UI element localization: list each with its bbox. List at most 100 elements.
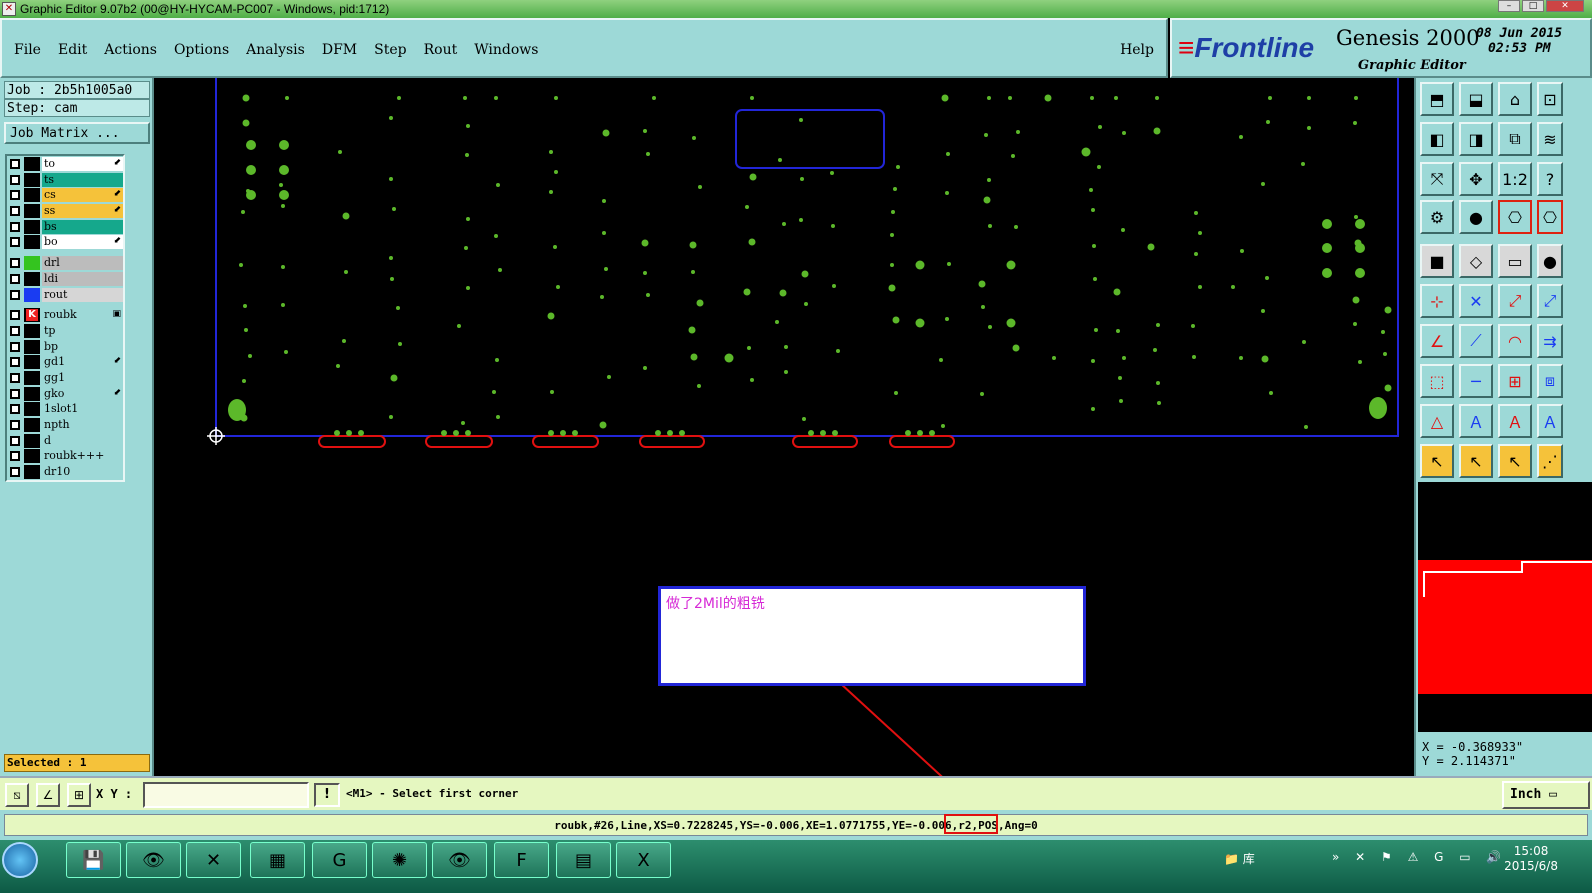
- menu-analysis[interactable]: Analysis: [246, 42, 305, 58]
- layer-row-1slot1[interactable]: 1slot1: [7, 401, 123, 417]
- taskbar-notepad-icon[interactable]: ▤: [556, 842, 611, 878]
- layer-checkbox[interactable]: [10, 341, 20, 352]
- layer-checkbox[interactable]: [10, 174, 20, 185]
- layer-color-swatch[interactable]: [24, 204, 40, 219]
- connect-tool-icon[interactable]: ⎔: [1537, 200, 1563, 234]
- taskbar-frontline-icon[interactable]: F: [494, 842, 549, 878]
- layer-color-swatch[interactable]: [24, 355, 40, 370]
- menu-step[interactable]: Step: [374, 42, 406, 58]
- layer-name[interactable]: gd1 ⬋: [42, 355, 123, 370]
- tray-icons[interactable]: » ✕ ⚑ ⚠ G ▭ 🔊: [1332, 850, 1507, 864]
- layer-row-bs[interactable]: bs: [7, 219, 123, 235]
- layer-row-bp[interactable]: bp: [7, 339, 123, 355]
- layer-color-swatch[interactable]: [24, 219, 40, 234]
- ruler-icon[interactable]: ▭: [1498, 244, 1532, 278]
- menu-windows[interactable]: Windows: [474, 42, 538, 58]
- layer-checkbox[interactable]: [10, 451, 20, 462]
- library-toolbar[interactable]: 📁 库: [1224, 850, 1255, 867]
- layer-row-dr10[interactable]: dr10: [7, 464, 123, 480]
- layer-color-swatch[interactable]: [24, 271, 40, 286]
- layer-row-gko[interactable]: gko ⬋: [7, 386, 123, 402]
- layer-name[interactable]: bo ⬋: [42, 235, 123, 250]
- menu-rout[interactable]: Rout: [424, 42, 458, 58]
- line-icon[interactable]: ⟋: [1459, 324, 1493, 358]
- line-angle-icon[interactable]: ∠: [1420, 324, 1454, 358]
- menu-options[interactable]: Options: [174, 42, 229, 58]
- move-icon[interactable]: ⬚: [1420, 364, 1454, 398]
- layer-checkbox[interactable]: [10, 273, 20, 284]
- arc-ccw-icon[interactable]: ⤢: [1498, 284, 1532, 318]
- arc-icon[interactable]: ◠: [1498, 324, 1532, 358]
- layer-color-swatch[interactable]: [24, 402, 40, 417]
- pin-icon[interactable]: ●: [1459, 200, 1493, 234]
- layer-checkbox[interactable]: [10, 467, 20, 478]
- grid-icon[interactable]: ⊞: [67, 783, 91, 807]
- home-layer-icon[interactable]: ⬒: [1420, 82, 1454, 116]
- layer-checkbox[interactable]: [10, 258, 20, 269]
- layer-name[interactable]: ss ⬋: [42, 204, 123, 219]
- layer-name[interactable]: npth: [42, 418, 123, 432]
- layer-checkbox[interactable]: [10, 404, 20, 415]
- minus-icon[interactable]: ─: [1459, 364, 1493, 398]
- layer-row-cs[interactable]: cs ⬋: [7, 187, 123, 203]
- layer-name[interactable]: rout: [42, 287, 123, 302]
- zoom-in-icon[interactable]: ⤧: [1420, 162, 1454, 196]
- layer-color-swatch[interactable]: [24, 449, 40, 464]
- layer-row-roubk[interactable]: Kroubk ▣: [7, 307, 123, 323]
- triangle-icon[interactable]: △: [1420, 404, 1454, 438]
- taskbar-eye-icon[interactable]: 👁: [126, 842, 181, 878]
- layer-checkbox[interactable]: [10, 357, 20, 368]
- graphic-canvas[interactable]: 做了2Mil的粗铣: [156, 78, 1414, 776]
- layer-checkbox[interactable]: [10, 289, 20, 300]
- layer-checkbox[interactable]: [10, 237, 20, 248]
- layer-color-swatch[interactable]: [24, 339, 40, 354]
- taskbar-excel-icon[interactable]: X: [616, 842, 671, 878]
- layer-color-swatch[interactable]: [24, 235, 40, 250]
- select-net-icon[interactable]: ⋰: [1537, 444, 1563, 478]
- layer-name[interactable]: bs: [42, 219, 123, 234]
- layer-checkbox[interactable]: [10, 310, 20, 321]
- layer-color-swatch[interactable]: [24, 465, 40, 480]
- layer-name[interactable]: tp: [42, 323, 123, 338]
- layer-row-gd1[interactable]: gd1 ⬋: [7, 354, 123, 370]
- clock[interactable]: 15:08 2015/6/8: [1504, 844, 1558, 874]
- layer-checkbox[interactable]: [10, 190, 20, 201]
- scale-1-2-icon[interactable]: 1:2: [1498, 162, 1532, 196]
- layer-checkbox[interactable]: [10, 206, 20, 217]
- layer-name[interactable]: cs ⬋: [42, 188, 123, 203]
- taskbar-g-icon[interactable]: G: [312, 842, 367, 878]
- measure-icon[interactable]: ⚙: [1420, 200, 1454, 234]
- mirror-icon[interactable]: ⧉: [1498, 122, 1532, 156]
- select-round-icon[interactable]: ↖: [1498, 444, 1532, 478]
- layer-row-npth[interactable]: npth: [7, 417, 123, 433]
- pan-icon[interactable]: ✥: [1459, 162, 1493, 196]
- taskbar-shell-icon[interactable]: ✺: [372, 842, 427, 878]
- signal-tool-icon[interactable]: ⎔: [1498, 200, 1532, 234]
- layer-row-drl[interactable]: drl: [7, 255, 123, 271]
- layer-checkbox[interactable]: [10, 372, 20, 383]
- right-arrow-icon[interactable]: ◨: [1459, 122, 1493, 156]
- down-layer-icon[interactable]: ⬓: [1459, 82, 1493, 116]
- layer-row-roubk[interactable]: roubk+++: [7, 448, 123, 464]
- a-text-icon[interactable]: Ａ: [1498, 404, 1532, 438]
- layer-color-swatch[interactable]: [24, 418, 40, 432]
- net-icon[interactable]: ⊹: [1420, 284, 1454, 318]
- layer-name[interactable]: bp: [42, 339, 123, 354]
- layer-color-swatch[interactable]: [24, 188, 40, 203]
- xy-input[interactable]: [143, 782, 309, 808]
- layer-color-swatch[interactable]: [24, 433, 40, 448]
- s-shape-icon[interactable]: ≋: [1537, 122, 1563, 156]
- layer-color-swatch[interactable]: [24, 287, 40, 302]
- layer-color-swatch[interactable]: [24, 157, 40, 171]
- layer-color-swatch[interactable]: [24, 370, 40, 385]
- layer-row-gg1[interactable]: gg1: [7, 370, 123, 386]
- taskbar-genesis-icon[interactable]: ✕: [186, 842, 241, 878]
- layer-name[interactable]: ts: [42, 172, 123, 187]
- layer-checkbox[interactable]: [10, 435, 20, 446]
- shape-icon[interactable]: ◇: [1459, 244, 1493, 278]
- maximize-button[interactable]: □: [1522, 0, 1544, 12]
- layer-checkbox[interactable]: [10, 388, 20, 399]
- layer-checkbox[interactable]: [10, 325, 20, 336]
- house-icon[interactable]: ⌂: [1498, 82, 1532, 116]
- layer-row-ss[interactable]: ss ⬋: [7, 203, 123, 219]
